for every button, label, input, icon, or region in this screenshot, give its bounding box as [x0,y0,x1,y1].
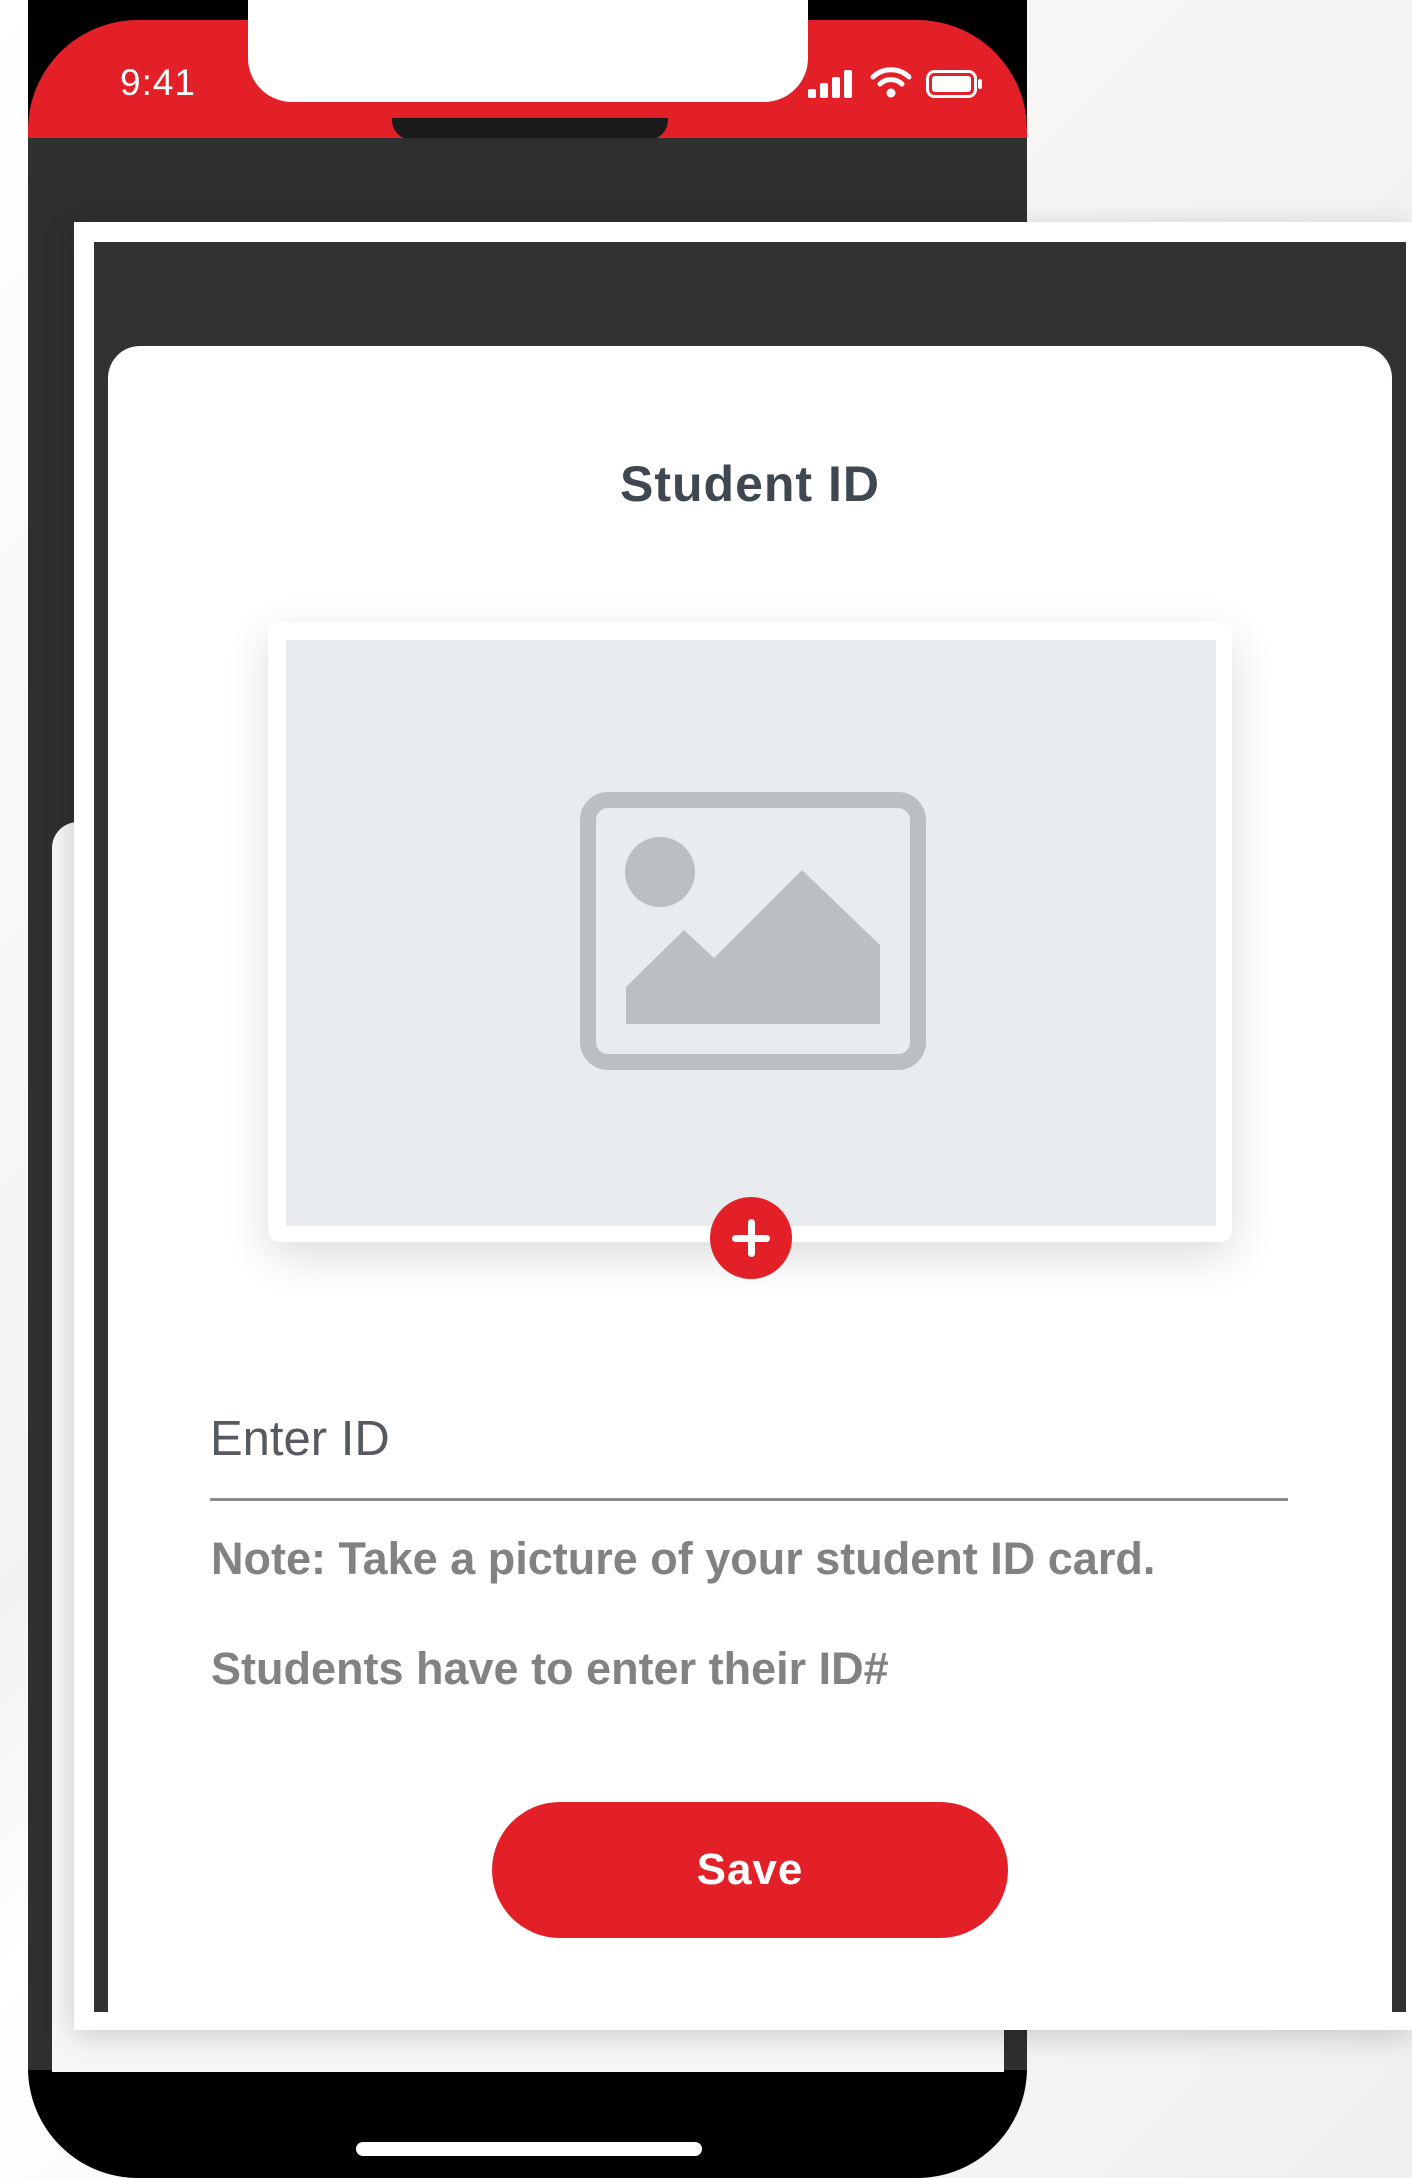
page-title: Student ID [620,456,880,512]
note-text: Note: Take a picture of your student ID … [211,1533,1156,1584]
notch-shadow [392,118,668,140]
wifi-icon [870,67,912,98]
student-id-input[interactable] [210,1380,1288,1501]
add-photo-button[interactable] [710,1197,792,1279]
cellular-signal-icon [808,70,852,98]
battery-icon [926,70,982,98]
plus-icon [732,1219,770,1257]
home-indicator[interactable] [356,2142,702,2156]
status-time: 9:41 [120,62,197,103]
phone-notch [248,0,808,102]
instruction-text: Students have to enter their ID# [211,1643,889,1694]
image-placeholder-icon [580,792,926,1070]
save-button[interactable]: Save [492,1802,1008,1938]
